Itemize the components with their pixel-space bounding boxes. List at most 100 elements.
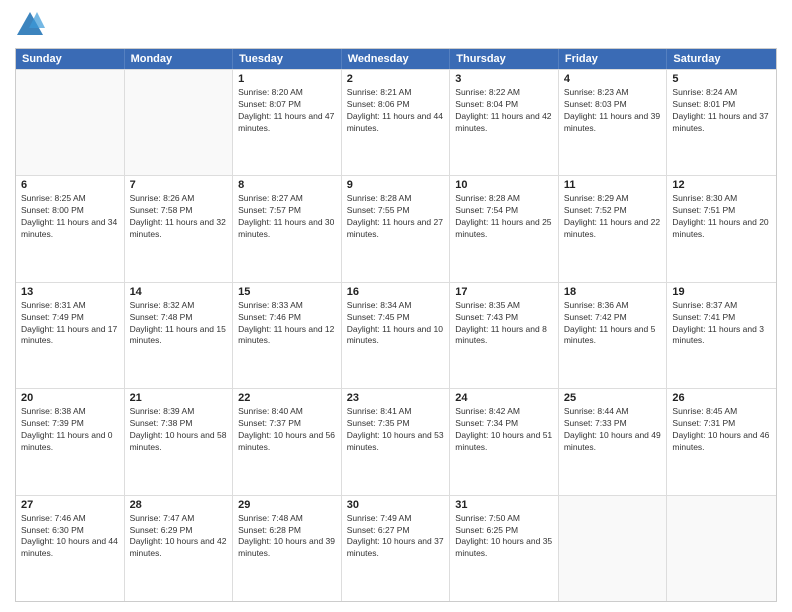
day-info: Sunrise: 7:47 AM Sunset: 6:29 PM Dayligh… xyxy=(130,513,228,561)
day-number: 28 xyxy=(130,499,228,511)
day-number: 31 xyxy=(455,499,553,511)
weekday-header-monday: Monday xyxy=(125,49,234,69)
day-cell-21: 21 Sunrise: 8:39 AM Sunset: 7:38 PM Dayli… xyxy=(125,389,234,494)
day-cell-1: 1Sunrise: 8:20 AM Sunset: 8:07 PM Daylig… xyxy=(233,70,342,175)
day-number: 11 xyxy=(564,179,662,191)
day-info: Sunrise: 8:31 AM Sunset: 7:49 PM Dayligh… xyxy=(21,300,119,348)
day-cell-3: 3 Sunrise: 8:22 AM Sunset: 8:04 PM Daylig… xyxy=(450,70,559,175)
day-number: 7 xyxy=(130,179,228,191)
day-number: 17 xyxy=(455,286,553,298)
day-info: Sunrise: 8:34 AM Sunset: 7:45 PM Dayligh… xyxy=(347,300,445,348)
day-number: 2 xyxy=(347,73,445,85)
day-info: Sunrise: 8:29 AM Sunset: 7:52 PM Dayligh… xyxy=(564,193,662,241)
day-cell-22: 22 Sunrise: 8:40 AM Sunset: 7:37 PM Dayli… xyxy=(233,389,342,494)
day-cell-5: 5Sunrise: 8:24 AM Sunset: 8:01 PM Daylig… xyxy=(667,70,776,175)
day-cell-11: 11 Sunrise: 8:29 AM Sunset: 7:52 PM Dayli… xyxy=(559,176,668,281)
day-number: 16 xyxy=(347,286,445,298)
day-number: 24 xyxy=(455,392,553,404)
weekday-header-tuesday: Tuesday xyxy=(233,49,342,69)
day-cell-16: 16 Sunrise: 8:34 AM Sunset: 7:45 PM Dayli… xyxy=(342,283,451,388)
day-number: 25 xyxy=(564,392,662,404)
day-cell-26: 26 Sunrise: 8:45 AM Sunset: 7:31 PM Dayli… xyxy=(667,389,776,494)
day-number: 19 xyxy=(672,286,771,298)
day-info: Sunrise: 7:49 AM Sunset: 6:27 PM Dayligh… xyxy=(347,513,445,561)
day-cell-7: 7 Sunrise: 8:26 AM Sunset: 7:58 PM Daylig… xyxy=(125,176,234,281)
day-info: Sunrise: 8:21 AM Sunset: 8:06 PM Dayligh… xyxy=(347,87,445,135)
day-number: 4 xyxy=(564,73,662,85)
calendar-row-4: 27 Sunrise: 7:46 AM Sunset: 6:30 PM Dayli… xyxy=(16,495,776,601)
day-info: Sunrise: 8:38 AM Sunset: 7:39 PM Dayligh… xyxy=(21,406,119,454)
day-info: Sunrise: 8:32 AM Sunset: 7:48 PM Dayligh… xyxy=(130,300,228,348)
day-number: 10 xyxy=(455,179,553,191)
day-info: Sunrise: 8:28 AM Sunset: 7:54 PM Dayligh… xyxy=(455,193,553,241)
empty-cell-4-5 xyxy=(559,496,668,601)
day-number: 5 xyxy=(672,73,771,85)
day-number: 30 xyxy=(347,499,445,511)
day-cell-29: 29Sunrise: 7:48 AM Sunset: 6:28 PM Dayli… xyxy=(233,496,342,601)
day-info: Sunrise: 7:46 AM Sunset: 6:30 PM Dayligh… xyxy=(21,513,119,561)
day-number: 13 xyxy=(21,286,119,298)
day-number: 18 xyxy=(564,286,662,298)
day-info: Sunrise: 8:37 AM Sunset: 7:41 PM Dayligh… xyxy=(672,300,771,348)
calendar-row-3: 20 Sunrise: 8:38 AM Sunset: 7:39 PM Dayli… xyxy=(16,388,776,494)
day-info: Sunrise: 8:40 AM Sunset: 7:37 PM Dayligh… xyxy=(238,406,336,454)
day-info: Sunrise: 8:35 AM Sunset: 7:43 PM Dayligh… xyxy=(455,300,553,348)
day-info: Sunrise: 8:30 AM Sunset: 7:51 PM Dayligh… xyxy=(672,193,771,241)
day-cell-23: 23 Sunrise: 8:41 AM Sunset: 7:35 PM Dayli… xyxy=(342,389,451,494)
day-info: Sunrise: 8:26 AM Sunset: 7:58 PM Dayligh… xyxy=(130,193,228,241)
day-cell-20: 20 Sunrise: 8:38 AM Sunset: 7:39 PM Dayli… xyxy=(16,389,125,494)
day-cell-12: 12 Sunrise: 8:30 AM Sunset: 7:51 PM Dayli… xyxy=(667,176,776,281)
day-number: 12 xyxy=(672,179,771,191)
page: SundayMondayTuesdayWednesdayThursdayFrid… xyxy=(0,0,792,612)
day-info: Sunrise: 8:22 AM Sunset: 8:04 PM Dayligh… xyxy=(455,87,553,135)
day-cell-6: 6Sunrise: 8:25 AM Sunset: 8:00 PM Daylig… xyxy=(16,176,125,281)
weekday-header-thursday: Thursday xyxy=(450,49,559,69)
empty-cell-0-1 xyxy=(125,70,234,175)
weekday-header-saturday: Saturday xyxy=(667,49,776,69)
day-number: 8 xyxy=(238,179,336,191)
day-cell-15: 15Sunrise: 8:33 AM Sunset: 7:46 PM Dayli… xyxy=(233,283,342,388)
day-number: 21 xyxy=(130,392,228,404)
day-number: 27 xyxy=(21,499,119,511)
day-cell-28: 28 Sunrise: 7:47 AM Sunset: 6:29 PM Dayli… xyxy=(125,496,234,601)
day-number: 23 xyxy=(347,392,445,404)
day-cell-4: 4 Sunrise: 8:23 AM Sunset: 8:03 PM Daylig… xyxy=(559,70,668,175)
weekday-header-sunday: Sunday xyxy=(16,49,125,69)
day-number: 14 xyxy=(130,286,228,298)
day-number: 22 xyxy=(238,392,336,404)
day-info: Sunrise: 8:20 AM Sunset: 8:07 PM Dayligh… xyxy=(238,87,336,135)
day-number: 9 xyxy=(347,179,445,191)
day-cell-18: 18 Sunrise: 8:36 AM Sunset: 7:42 PM Dayli… xyxy=(559,283,668,388)
calendar: SundayMondayTuesdayWednesdayThursdayFrid… xyxy=(15,48,777,602)
day-number: 6 xyxy=(21,179,119,191)
empty-cell-4-6 xyxy=(667,496,776,601)
day-number: 15 xyxy=(238,286,336,298)
day-cell-31: 31 Sunrise: 7:50 AM Sunset: 6:25 PM Dayli… xyxy=(450,496,559,601)
day-cell-10: 10 Sunrise: 8:28 AM Sunset: 7:54 PM Dayli… xyxy=(450,176,559,281)
empty-cell-0-0 xyxy=(16,70,125,175)
day-info: Sunrise: 8:44 AM Sunset: 7:33 PM Dayligh… xyxy=(564,406,662,454)
day-cell-13: 13 Sunrise: 8:31 AM Sunset: 7:49 PM Dayli… xyxy=(16,283,125,388)
day-number: 20 xyxy=(21,392,119,404)
calendar-body: 1Sunrise: 8:20 AM Sunset: 8:07 PM Daylig… xyxy=(16,69,776,601)
logo-icon xyxy=(15,10,45,40)
weekday-header-friday: Friday xyxy=(559,49,668,69)
day-number: 3 xyxy=(455,73,553,85)
day-cell-24: 24 Sunrise: 8:42 AM Sunset: 7:34 PM Dayli… xyxy=(450,389,559,494)
day-info: Sunrise: 8:41 AM Sunset: 7:35 PM Dayligh… xyxy=(347,406,445,454)
day-info: Sunrise: 8:42 AM Sunset: 7:34 PM Dayligh… xyxy=(455,406,553,454)
calendar-row-0: 1Sunrise: 8:20 AM Sunset: 8:07 PM Daylig… xyxy=(16,69,776,175)
day-info: Sunrise: 7:50 AM Sunset: 6:25 PM Dayligh… xyxy=(455,513,553,561)
calendar-row-1: 6Sunrise: 8:25 AM Sunset: 8:00 PM Daylig… xyxy=(16,175,776,281)
day-cell-2: 2 Sunrise: 8:21 AM Sunset: 8:06 PM Daylig… xyxy=(342,70,451,175)
day-info: Sunrise: 8:39 AM Sunset: 7:38 PM Dayligh… xyxy=(130,406,228,454)
day-cell-27: 27 Sunrise: 7:46 AM Sunset: 6:30 PM Dayli… xyxy=(16,496,125,601)
day-number: 29 xyxy=(238,499,336,511)
day-cell-25: 25 Sunrise: 8:44 AM Sunset: 7:33 PM Dayli… xyxy=(559,389,668,494)
day-info: Sunrise: 8:23 AM Sunset: 8:03 PM Dayligh… xyxy=(564,87,662,135)
day-number: 26 xyxy=(672,392,771,404)
day-info: Sunrise: 8:45 AM Sunset: 7:31 PM Dayligh… xyxy=(672,406,771,454)
weekday-header-wednesday: Wednesday xyxy=(342,49,451,69)
day-info: Sunrise: 8:36 AM Sunset: 7:42 PM Dayligh… xyxy=(564,300,662,348)
day-cell-9: 9Sunrise: 8:28 AM Sunset: 7:55 PM Daylig… xyxy=(342,176,451,281)
